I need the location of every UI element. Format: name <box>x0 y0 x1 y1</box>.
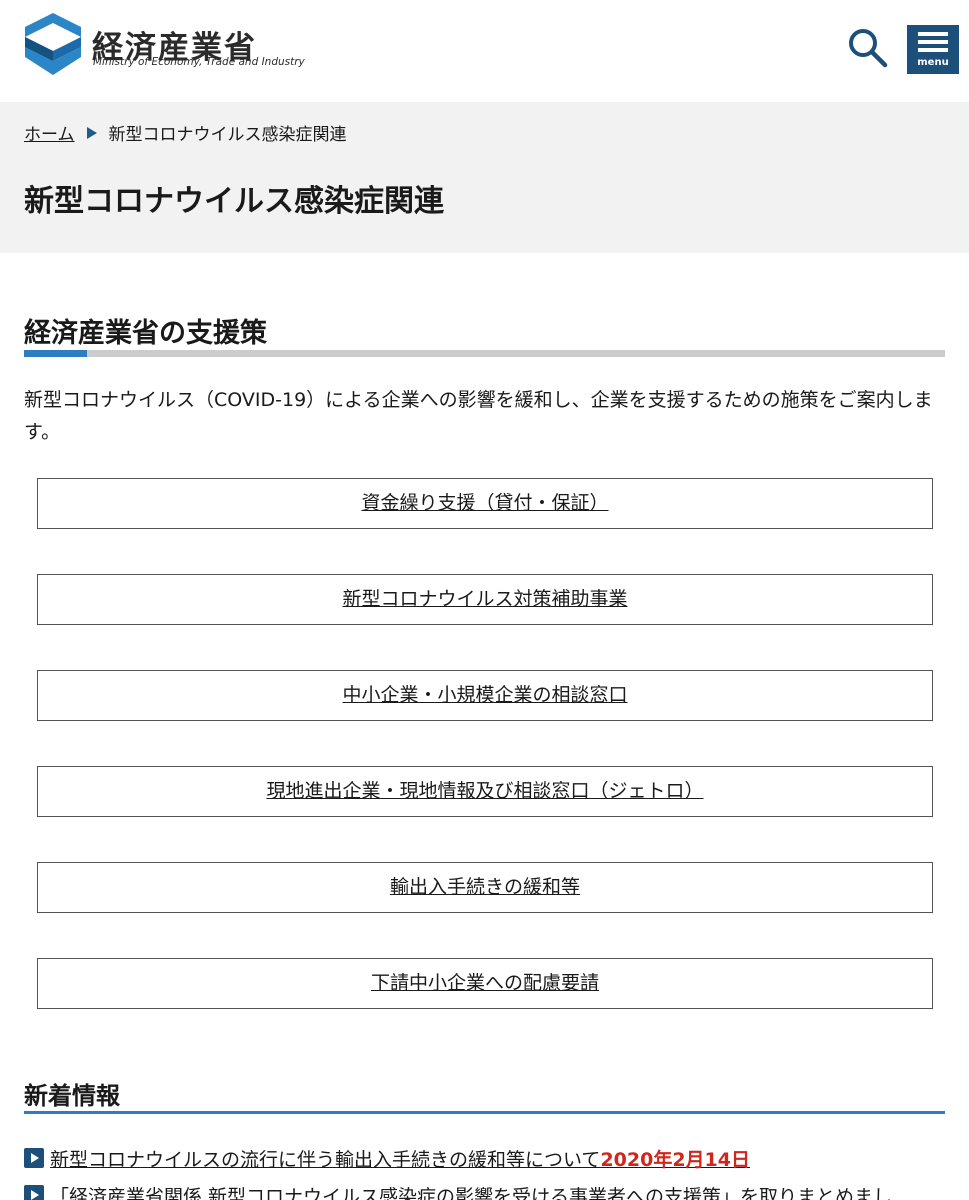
news-item-link[interactable]: 「経済産業省関係 新型コロナウイルス感染症の影響を受ける事業者への支援策」を取り… <box>50 1182 892 1200</box>
news-item: 新型コロナウイルスの流行に伴う輸出入手続きの緩和等について2020年2月14日 <box>24 1145 954 1173</box>
page-title: 新型コロナウイルス感染症関連 <box>24 184 444 219</box>
news-item-text: 新型コロナウイルスの流行に伴う輸出入手続きの緩和等について <box>50 1149 601 1171</box>
meti-logo[interactable]: 経済産業省 Ministry of Economy, Trade and Ind… <box>24 12 305 78</box>
breadcrumb-current: 新型コロナウイルス感染症関連 <box>108 125 347 145</box>
link-jetro-consultation[interactable]: 現地進出企業・現地情報及び相談窓口（ジェトロ） <box>37 766 933 817</box>
search-icon <box>849 29 888 68</box>
site-header: 経済産業省 Ministry of Economy, Trade and Ind… <box>0 0 969 102</box>
news-divider <box>24 1111 945 1114</box>
link-financing-support[interactable]: 資金繰り支援（貸付・保証） <box>37 478 933 529</box>
hamburger-icon-bar <box>918 40 948 44</box>
support-section-title: 経済産業省の支援策 <box>24 318 267 349</box>
link-import-export-relaxation[interactable]: 輸出入手続きの緩和等 <box>37 862 933 913</box>
search-button[interactable] <box>846 26 890 70</box>
news-item-text: 「経済産業省関係 新型コロナウイルス感染症の影響を受ける事業者への支援策」を取り… <box>50 1186 893 1200</box>
logo-english-text: Ministry of Economy, Trade and Industry <box>93 56 305 68</box>
breadcrumb-arrow-icon <box>86 126 97 139</box>
page-header-band: ホーム 新型コロナウイルス感染症関連 新型コロナウイルス感染症関連 <box>0 102 969 253</box>
hamburger-icon-bar <box>918 48 948 52</box>
link-subcontractor-request[interactable]: 下請中小企業への配慮要請 <box>37 958 933 1009</box>
menu-button[interactable]: menu <box>907 25 959 74</box>
link-sme-consultation[interactable]: 中小企業・小規模企業の相談窓口 <box>37 670 933 721</box>
meti-logo-mark-icon <box>25 13 81 75</box>
section-divider <box>24 350 945 357</box>
hamburger-icon <box>918 32 948 36</box>
news-item: 「経済産業省関係 新型コロナウイルス感染症の影響を受ける事業者への支援策」を取り… <box>24 1182 954 1200</box>
news-section-title: 新着情報 <box>24 1082 120 1110</box>
menu-label: menu <box>917 57 949 68</box>
news-item-date: 2020年2月14日 <box>600 1149 750 1171</box>
arrow-bullet-icon <box>24 1148 44 1168</box>
link-subsidy-programs[interactable]: 新型コロナウイルス対策補助事業 <box>37 574 933 625</box>
news-item-link[interactable]: 新型コロナウイルスの流行に伴う輸出入手続きの緩和等について2020年2月14日 <box>50 1145 750 1172</box>
arrow-bullet-icon <box>24 1185 44 1200</box>
breadcrumb: ホーム 新型コロナウイルス感染症関連 <box>24 120 347 145</box>
breadcrumb-home-link[interactable]: ホーム <box>24 120 75 145</box>
support-intro-text: 新型コロナウイルス（COVID-19）による企業への影響を緩和し、企業を支援する… <box>24 389 933 443</box>
section-divider-accent <box>24 350 87 357</box>
